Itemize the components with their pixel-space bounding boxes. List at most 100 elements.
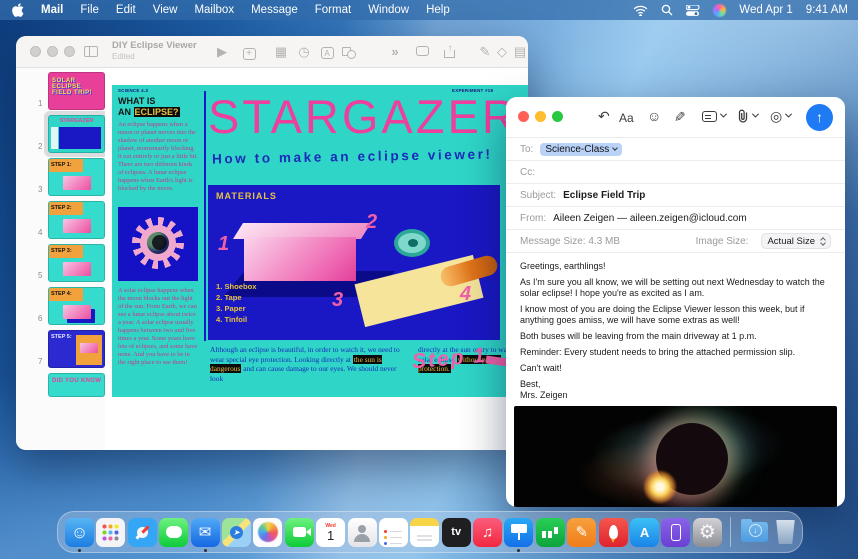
subject-field[interactable]: Subject: Eclipse Field Trip	[506, 183, 845, 206]
slide-thumbnail-5[interactable]: STEP 3:	[48, 244, 105, 282]
dock-icon-trash[interactable]	[771, 518, 800, 547]
minimize-button[interactable]	[535, 111, 546, 122]
dock-icon-music[interactable]: ♫	[473, 518, 502, 547]
window-title-group: DIY Eclipse Viewer Edited	[112, 40, 197, 62]
siri-icon[interactable]	[713, 4, 726, 17]
dock-icon-contacts[interactable]	[348, 518, 377, 547]
to-field[interactable]: To: Science-Class	[506, 137, 845, 160]
person-silhouette-icon	[358, 525, 366, 533]
thumbnail-art	[63, 262, 91, 276]
dock-icon-keynote[interactable]	[504, 518, 533, 547]
shape-button[interactable]	[340, 43, 358, 61]
downloads-folder-icon	[741, 522, 768, 542]
menu-item-format[interactable]: Format	[315, 4, 351, 16]
from-field[interactable]: From: Aileen Zeigen — aileen.zeigen@iclo…	[506, 206, 845, 229]
zoom-button[interactable]	[64, 46, 75, 57]
dock-icon-photos[interactable]	[253, 518, 282, 547]
recipient-token[interactable]: Science-Class	[540, 143, 622, 156]
calendar-day: 1	[327, 529, 334, 543]
slide-thumbnail-3[interactable]: STEP 1:	[48, 158, 105, 196]
eclipse-photo-attachment[interactable]	[514, 406, 837, 507]
slide-editor[interactable]: SCIENCE 4.3 EXPERIMENT #19 WHAT IS AN EC…	[112, 85, 528, 397]
menu-item-file[interactable]: File	[80, 4, 99, 16]
slide-thumbnail-4[interactable]: STEP 2:	[48, 201, 105, 239]
animate-button[interactable]: ◇	[493, 43, 511, 61]
close-button[interactable]	[30, 46, 41, 57]
insert-media-menu-button[interactable]: ◎	[770, 108, 791, 125]
from-label: From:	[520, 213, 546, 224]
dock-icon-mail[interactable]: ✉	[191, 518, 220, 547]
sidebar-toggle-icon[interactable]	[82, 43, 100, 61]
image-size-popup[interactable]: Actual Size	[761, 233, 831, 249]
attach-icon[interactable]	[737, 108, 758, 125]
menu-item-message[interactable]: Message	[251, 4, 298, 16]
writing-tools-icon[interactable]: ✎	[673, 108, 685, 125]
document-button[interactable]: ▤	[511, 43, 528, 61]
slide-thumbnail-8[interactable]: DID YOU KNOW	[48, 373, 105, 397]
safety-text-left: Although an eclipse is beautiful, in ord…	[210, 345, 406, 383]
dock-icon-facetime[interactable]	[285, 518, 314, 547]
dock-icon-reminders[interactable]	[379, 518, 408, 547]
body-paragraph: Reminder: Every student needs to bring t…	[520, 347, 831, 358]
menu-item-window[interactable]: Window	[368, 4, 409, 16]
dock-icon-pages[interactable]: ✎	[567, 518, 596, 547]
thumbnail-art	[63, 219, 91, 233]
thumbnail-art	[63, 176, 91, 190]
comment-button[interactable]	[413, 43, 431, 61]
play-button[interactable]: ▶	[213, 43, 231, 61]
undo-icon[interactable]: ↶	[598, 108, 610, 125]
menu-item-mailbox[interactable]: Mailbox	[194, 4, 234, 16]
toolbar-overflow-button[interactable]: »	[386, 43, 404, 61]
share-button[interactable]: ↑	[441, 43, 459, 61]
menu-item-help[interactable]: Help	[426, 4, 450, 16]
text-button[interactable]: A	[318, 43, 336, 61]
cc-field[interactable]: Cc:	[506, 160, 845, 183]
minimize-button[interactable]	[47, 46, 58, 57]
apple-menu[interactable]	[12, 3, 25, 18]
send-button[interactable]: ↑	[806, 104, 833, 131]
menu-bar-date[interactable]: Wed Apr 1	[739, 4, 793, 16]
slide-thumbnail-2[interactable]: STARGAZER	[48, 115, 105, 153]
emoji-icon[interactable]: ☺	[647, 108, 661, 125]
slide-thumbnail-6[interactable]: STEP 4:	[48, 287, 105, 325]
control-center-icon[interactable]	[686, 5, 700, 16]
dock-icon-numbers[interactable]	[536, 518, 565, 547]
dock-icon-launchpad[interactable]	[96, 518, 125, 547]
thumbnail-label: STEP 2:	[49, 202, 83, 215]
message-body[interactable]: Greetings, earthlings! As I'm sure you a…	[506, 252, 845, 507]
format-text-button[interactable]: Aa	[619, 110, 634, 127]
dock-icon-notes[interactable]	[410, 518, 439, 547]
search-icon[interactable]	[661, 4, 673, 16]
dock-icon-finder[interactable]: ☺	[65, 518, 94, 547]
dock-icon-calendar[interactable]: Wed1	[316, 518, 345, 547]
dock-icon-iphone-mirroring[interactable]	[661, 518, 690, 547]
menu-item-mail[interactable]: Mail	[41, 4, 63, 16]
dock-icon-safari[interactable]	[128, 518, 157, 547]
format-button[interactable]: ✎	[476, 43, 494, 61]
wifi-icon[interactable]	[633, 5, 648, 16]
menu-item-edit[interactable]: Edit	[116, 4, 136, 16]
materials-heading: MATERIALS	[216, 191, 277, 201]
dock-icon-system-settings[interactable]: ⚙	[693, 518, 722, 547]
menu-bar-time[interactable]: 9:41 AM	[806, 4, 848, 16]
dock-icon-app-store[interactable]: A	[630, 518, 659, 547]
eclipse-shadow	[152, 235, 167, 250]
close-button[interactable]	[518, 111, 529, 122]
dock-icon-messages[interactable]	[159, 518, 188, 547]
from-value: Aileen Zeigen — aileen.zeigen@icloud.com	[553, 213, 747, 224]
dock-icon-schoolwork[interactable]	[599, 518, 628, 547]
dock-icon-apple-tv[interactable]: tv	[442, 518, 471, 547]
zoom-button[interactable]	[552, 111, 563, 122]
dock-icon-downloads[interactable]	[740, 518, 769, 547]
menu-item-view[interactable]: View	[153, 4, 178, 16]
slide-course-code: SCIENCE 4.3	[118, 88, 148, 93]
chart-button[interactable]: ◷	[295, 43, 313, 61]
dock-icon-maps[interactable]: ➤	[222, 518, 251, 547]
header-fields-menu-button[interactable]	[702, 108, 726, 125]
slide-thumbnail-7[interactable]: STEP 5:	[48, 330, 105, 368]
slide-thumbnail-1[interactable]: SOLAR ECLIPSE FIELD TRIP!	[48, 72, 105, 110]
table-button[interactable]: ▦	[272, 43, 290, 61]
slide-paragraph-1: An eclipse happens when a moon or planet…	[118, 121, 198, 193]
app-store-logo: A	[640, 526, 649, 539]
add-slide-button[interactable]: +	[240, 43, 258, 61]
